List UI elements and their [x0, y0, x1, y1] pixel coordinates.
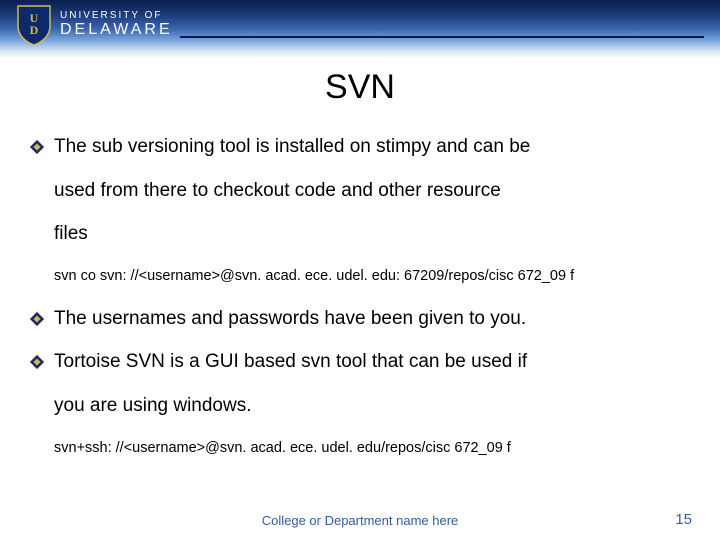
bullet-continuation: files — [54, 212, 690, 256]
bullet-continuation: you are using windows. — [54, 384, 690, 428]
code-line: svn+ssh: //<username>@svn. acad. ece. ud… — [54, 428, 690, 469]
bullet-text: The sub versioning tool is installed on … — [54, 125, 690, 169]
bullet-text: Tortoise SVN is a GUI based svn tool tha… — [54, 340, 690, 384]
logo-text: UNIVERSITY OF DELAWARE — [60, 11, 173, 38]
slide-title: SVN — [30, 68, 690, 107]
bullet-text: The usernames and passwords have been gi… — [54, 297, 690, 341]
footer-text: College or Department name here — [0, 513, 720, 528]
diamond-bullet-icon — [30, 312, 44, 326]
diamond-bullet-icon — [30, 140, 44, 154]
university-logo: U D UNIVERSITY OF DELAWARE — [16, 4, 173, 46]
slide-header: U D UNIVERSITY OF DELAWARE — [0, 0, 720, 58]
page-number: 15 — [675, 511, 692, 528]
bullet-item: The usernames and passwords have been gi… — [30, 297, 690, 341]
code-line: svn co svn: //<username>@svn. acad. ece.… — [54, 256, 690, 297]
bullet-continuation: used from there to checkout code and oth… — [54, 169, 690, 213]
logo-line-2: DELAWARE — [60, 22, 173, 39]
bullet-item: Tortoise SVN is a GUI based svn tool tha… — [30, 340, 690, 384]
slide-content: The sub versioning tool is installed on … — [30, 125, 690, 468]
bullet-item: The sub versioning tool is installed on … — [30, 125, 690, 169]
shield-icon: U D — [16, 4, 52, 46]
slide-body: SVN The sub versioning tool is installed… — [0, 58, 720, 468]
svg-text:D: D — [30, 23, 39, 37]
header-divider — [180, 36, 704, 38]
diamond-bullet-icon — [30, 355, 44, 369]
